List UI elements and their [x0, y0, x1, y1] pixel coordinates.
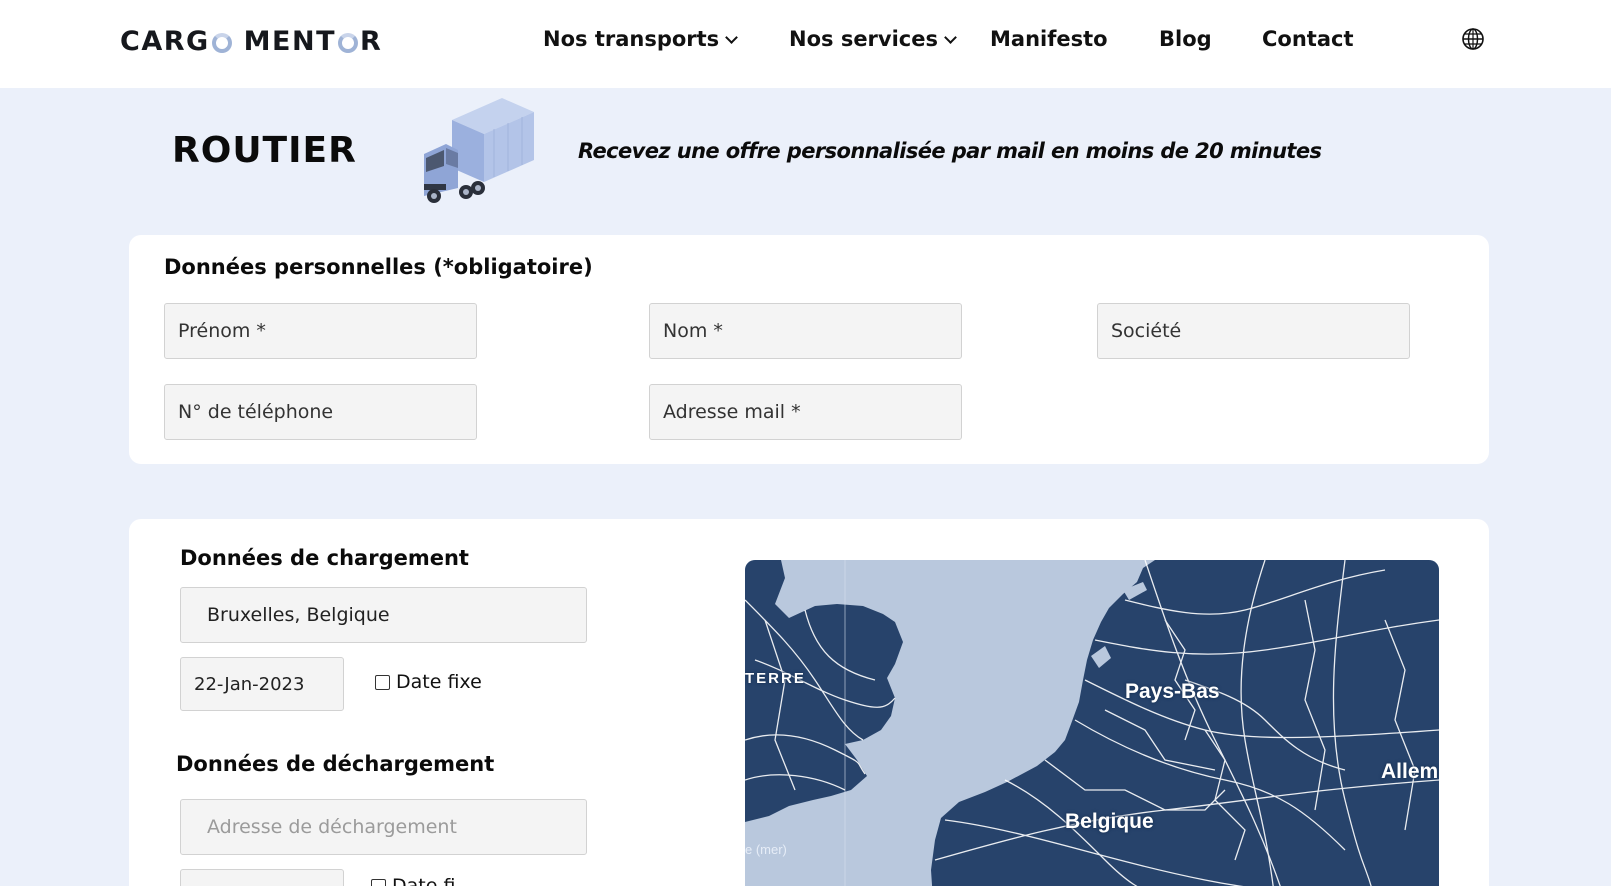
nav-label: Blog — [1159, 27, 1212, 51]
nav-label: Nos transports — [543, 27, 720, 51]
personal-data-card: Données personnelles (*obligatoire) — [129, 235, 1489, 464]
map-label-germany: Allem — [1381, 760, 1439, 783]
unloading-address-input[interactable] — [180, 799, 587, 855]
nav-label: Manifesto — [990, 27, 1108, 51]
company-input[interactable] — [1097, 303, 1410, 359]
map-label-netherlands: Pays-Bas — [1125, 680, 1220, 703]
nav-nos-transports[interactable]: Nos transports — [543, 27, 739, 51]
unloading-fixed-date-checkbox[interactable]: Date fi — [371, 875, 455, 886]
loading-data-title: Données de chargement — [180, 546, 469, 570]
nav-blog[interactable]: Blog — [1159, 27, 1212, 51]
logo-ring-icon — [338, 32, 358, 53]
logo-text-part1: CARG — [120, 26, 210, 57]
phone-input[interactable] — [164, 384, 477, 440]
globe-icon[interactable] — [1461, 27, 1485, 51]
nav-label: Nos services — [789, 27, 938, 51]
logo-text-part2: MENT — [243, 26, 336, 57]
checkbox-box[interactable] — [371, 878, 386, 886]
nav-label: Contact — [1262, 27, 1354, 51]
unloading-data-title: Données de déchargement — [176, 752, 495, 776]
loading-address-input[interactable] — [180, 587, 587, 643]
first-name-input[interactable] — [164, 303, 477, 359]
map-canvas[interactable] — [745, 560, 1439, 886]
page-title: ROUTIER — [172, 130, 357, 171]
chevron-down-icon — [944, 31, 957, 44]
route-map[interactable]: TERRE Pays-Bas Belgique Allem e (mer) — [745, 560, 1439, 886]
nav-manifesto[interactable]: Manifesto — [990, 27, 1108, 51]
nav-nos-services[interactable]: Nos services — [789, 27, 957, 51]
personal-data-title: Données personnelles (*obligatoire) — [164, 255, 593, 279]
fixed-date-label: Date fi — [392, 875, 456, 886]
checkbox-box[interactable] — [375, 674, 390, 690]
logo-text-part3: R — [360, 26, 383, 57]
unloading-date-input[interactable] — [180, 869, 344, 886]
map-label-sea: e (mer) — [745, 842, 787, 857]
last-name-input[interactable] — [649, 303, 962, 359]
fixed-date-label: Date fixe — [396, 671, 482, 693]
truck-illustration — [424, 98, 534, 203]
nav-contact[interactable]: Contact — [1262, 27, 1354, 51]
email-input[interactable] — [649, 384, 962, 440]
map-label-england: TERRE — [745, 670, 806, 687]
hero-tagline: Recevez une offre personnalisée par mail… — [578, 139, 1322, 163]
map-label-belgium: Belgique — [1065, 810, 1154, 833]
logo-ring-icon — [211, 32, 232, 53]
cargo-mentor-logo[interactable]: CARG MENT R — [120, 26, 382, 57]
loading-fixed-date-checkbox[interactable]: Date fixe — [375, 671, 482, 693]
site-header: CARG MENT R Nos transports Nos services … — [0, 0, 1611, 88]
loading-date-input[interactable] — [180, 657, 344, 711]
chevron-down-icon — [725, 31, 739, 44]
